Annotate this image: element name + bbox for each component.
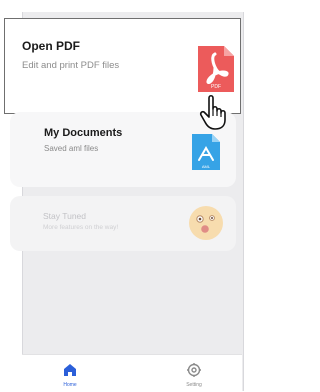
aml-file-icon: AML	[192, 134, 220, 170]
home-icon	[64, 364, 76, 376]
pdf-badge-label: PDF	[211, 84, 221, 90]
open-pdf-title: Open PDF	[22, 39, 81, 53]
nav-tab-setting[interactable]: Setting	[154, 355, 234, 392]
gear-icon	[187, 363, 201, 377]
my-documents-title: My Documents	[44, 127, 123, 139]
nav-label-setting: Setting	[186, 382, 202, 388]
surprised-face-icon	[189, 206, 223, 240]
bottom-nav-bar: Home Setting	[22, 354, 242, 392]
nav-tab-home[interactable]: Home	[30, 355, 110, 392]
open-pdf-subtitle: Edit and print PDF files	[22, 60, 120, 71]
my-documents-subtitle: Saved aml files	[44, 144, 99, 153]
aml-badge-label: AML	[202, 164, 211, 169]
stay-tuned-subtitle: More features on the way!	[43, 224, 119, 231]
hand-pointer-icon	[199, 94, 226, 130]
nav-label-home: Home	[63, 382, 77, 388]
pdf-file-icon: PDF	[198, 46, 234, 92]
stay-tuned-title: Stay Tuned	[43, 211, 87, 221]
